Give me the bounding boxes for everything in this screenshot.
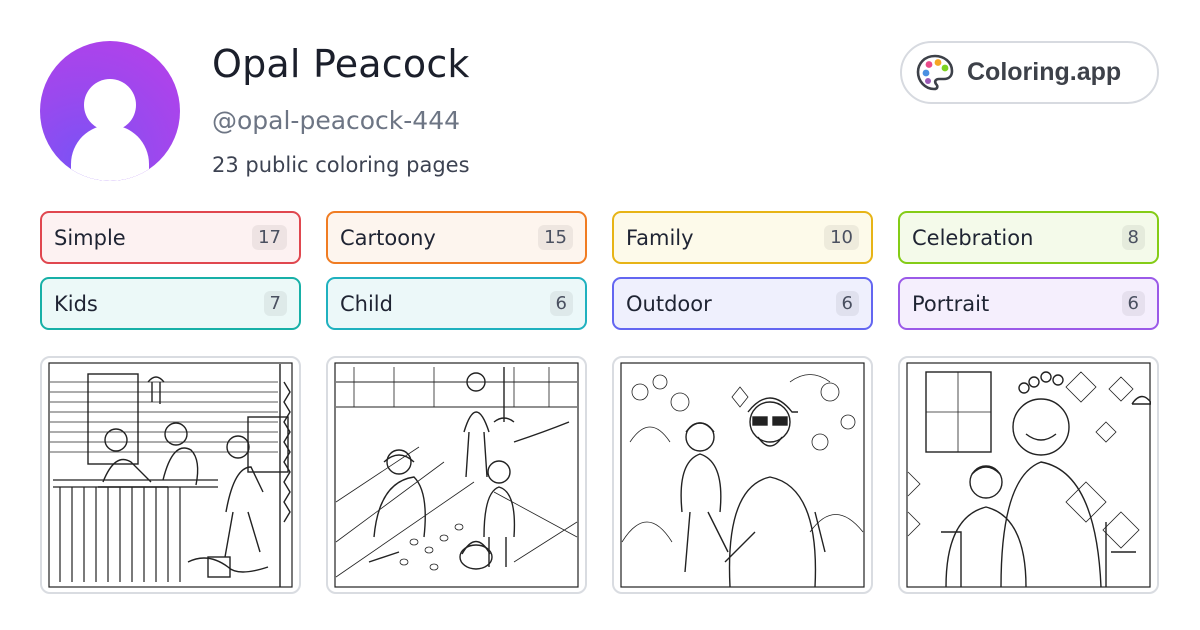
profile-name: Opal Peacock [212,42,470,86]
tag-portrait[interactable]: Portrait 6 [898,277,1159,330]
tag-child[interactable]: Child 6 [326,277,587,330]
tag-family[interactable]: Family 10 [612,211,873,264]
tag-simple[interactable]: Simple 17 [40,211,301,264]
brand-badge[interactable]: Coloring.app [900,41,1159,104]
porch-family-line-art [48,362,293,588]
user-silhouette-icon [40,41,180,181]
tag-count: 15 [538,225,573,250]
tag-count: 6 [1121,291,1145,316]
tag-label: Cartoony [340,225,436,250]
egg-hunt-line-art [334,362,579,588]
coloring-page-thumbnail-birthday[interactable] [898,356,1159,594]
brand-label: Coloring.app [967,58,1122,86]
garden-grandpa-line-art [620,362,865,588]
tag-count: 7 [263,291,287,316]
birthday-grandpa-line-art [906,362,1151,588]
pages-count: 23 public coloring pages [212,153,470,177]
profile-handle: @opal-peacock-444 [212,106,461,135]
tag-celebration[interactable]: Celebration 8 [898,211,1159,264]
coloring-page-thumbnail-egg-hunt[interactable] [326,356,587,594]
tag-label: Celebration [912,225,1034,250]
tag-label: Simple [54,225,126,250]
tag-cartoony[interactable]: Cartoony 15 [326,211,587,264]
tag-label: Family [626,225,694,250]
tag-count: 10 [824,225,859,250]
tag-label: Child [340,291,393,316]
palette-icon [916,54,954,90]
profile-avatar [40,41,180,181]
coloring-page-thumbnail-porch[interactable] [40,356,301,594]
tag-kids[interactable]: Kids 7 [40,277,301,330]
tag-count: 17 [252,225,287,250]
coloring-page-thumbnail-garden[interactable] [612,356,873,594]
tag-count: 6 [835,291,859,316]
tag-count: 6 [549,291,573,316]
tag-count: 8 [1121,225,1145,250]
tag-label: Portrait [912,291,990,316]
tag-outdoor[interactable]: Outdoor 6 [612,277,873,330]
tag-label: Kids [54,291,98,316]
tag-label: Outdoor [626,291,712,316]
